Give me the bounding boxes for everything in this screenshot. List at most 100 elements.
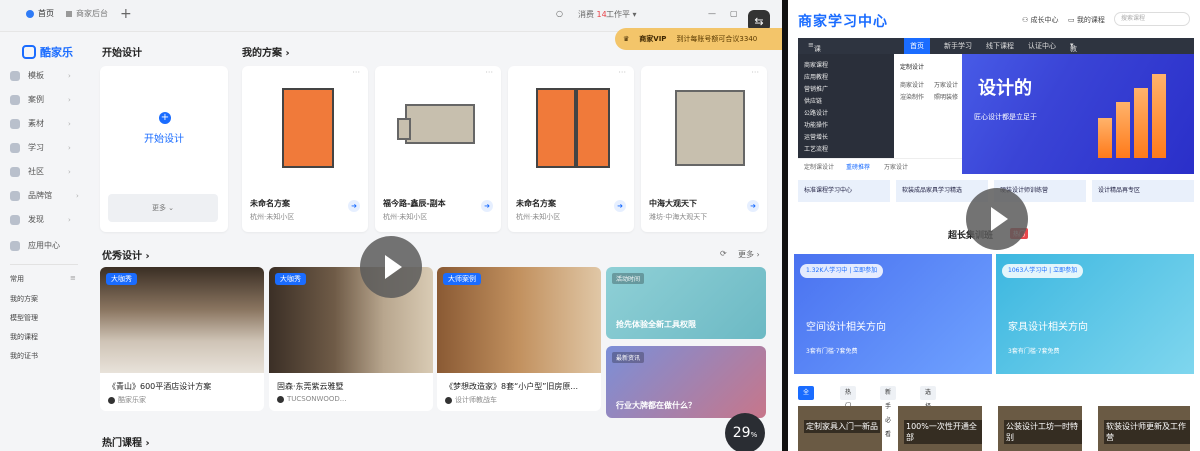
avatar [108,396,115,404]
track-pill[interactable]: 1.32K人学习中 | 立即参加 [800,264,884,278]
footer-item[interactable]: 重磅推荐 [846,162,870,171]
growth-center-link[interactable]: ⚇ 成长中心 [1022,15,1059,25]
track-pill[interactable]: 1063人学习中 | 立即参加 [1002,264,1084,278]
plus-icon: + [159,112,171,124]
design-card[interactable]: 大师案例 《梦想改造家》8套“小户型”旧房原... 设计师教战车 [437,267,601,411]
tab-home[interactable]: 首页 [26,8,54,19]
more-link[interactable]: 更多 › [738,249,760,260]
course-thumb[interactable]: 定制家具入门一新品 [798,406,882,451]
category-card[interactable]: 标准课程学习中心 [798,180,890,202]
plan-card[interactable]: ··· 中海大观天下 潍坊·中海大观天下 ➜ [641,66,767,232]
sidebar-item-learning[interactable]: 学习 › [10,142,71,153]
excellent-design-title[interactable]: 优秀设计 › [102,247,150,262]
sidebar-item-templates[interactable]: 模板 › [10,70,71,81]
start-design-card[interactable]: + 开始设计 更多 ⌄ [100,66,228,232]
play-icon[interactable] [360,236,422,298]
compass-icon [10,214,20,225]
help-icon[interactable]: ○ [556,9,563,18]
menu-item[interactable]: 运营增长 [804,132,828,141]
learning-nav: ≡ 课程分类 首页 新手学习 线下课程 认证中心 教室中心 ▾ [798,38,1194,83]
arrow-right-icon[interactable]: ➜ [348,200,360,212]
minimize-icon[interactable]: — [708,9,716,18]
course-thumb[interactable]: 公装设计工坊一时特别 [998,406,1082,451]
menu-item[interactable]: 营销推广 [804,84,828,93]
my-plans-title[interactable]: 我的方案 › [242,44,290,59]
menu-item[interactable]: 公路设计 [804,108,828,117]
consumption-label[interactable]: 消费 14 [578,9,607,20]
plan-card[interactable]: ··· 未命名方案 杭州·未知小区 ➜ [242,66,368,232]
zoom-indicator[interactable]: 29% [725,413,765,451]
design-author: 酷家乐家 [108,395,146,405]
design-title: 《青山》600平酒店设计方案 [108,382,212,391]
common-item-certificates[interactable]: 我的证书 [10,351,38,361]
sidebar-item-brand[interactable]: 品牌馆 › [10,190,79,201]
category-menu[interactable]: ≡ 课程分类 [808,41,821,83]
footer-item[interactable]: 定制课设计 [804,162,834,171]
app-logo[interactable]: 酷家乐 [22,44,73,60]
hot-courses-title[interactable]: 热门课程 › [102,434,150,449]
common-item-my-plans[interactable]: 我的方案 [10,294,38,304]
course-search-input[interactable]: 搜索课程 [1114,12,1190,26]
submenu-item[interactable]: 万家设计 [934,80,958,89]
menu-item[interactable]: 应用教程 [804,72,828,81]
sidebar-item-cases[interactable]: 案例 › [10,94,71,105]
plan-name: 中海大观天下 [649,199,697,208]
workspace-selector[interactable]: 工作平 ▾ [606,9,637,20]
submenu-item[interactable]: 商家设计 [900,80,924,89]
menu-item[interactable]: 供应链 [804,96,822,105]
sidebar-item-materials[interactable]: 素材 › [10,118,71,129]
arrow-right-icon[interactable]: ➜ [747,200,759,212]
common-item-courses[interactable]: 我的课程 [10,332,38,342]
new-tab-button[interactable]: + [120,6,132,22]
arrow-right-icon[interactable]: ➜ [614,200,626,212]
nav-teacher[interactable]: 教室中心 ▾ [1070,41,1077,83]
nav-home[interactable]: 首页 [904,38,930,54]
submenu-title: 定制设计 [900,64,925,71]
sidebar-item-app-center[interactable]: 应用中心 [10,240,60,251]
submenu-item[interactable]: 渲染制作 [900,92,924,101]
menu-item[interactable]: 功能操作 [804,120,828,129]
filter-personal[interactable]: 选择个人项目 [920,386,937,451]
my-courses-link[interactable]: ▭ 我的课程 [1068,15,1105,25]
floor-plan-thumbnail [518,74,622,174]
arrow-right-icon[interactable]: ➜ [481,200,493,212]
plan-card[interactable]: ··· 未命名方案 杭州·未知小区 ➜ [508,66,634,232]
promo-card[interactable]: 活动时间 抢先体验全新工具权限 [606,267,766,339]
footer-item[interactable]: 万家设计 [884,162,908,171]
track-subtitle: 3套有门槛·7套免费 [1008,348,1060,355]
common-item-models[interactable]: 模型管理 [10,313,38,323]
course-thumb[interactable]: 100%一次性开通全部 [898,406,982,451]
floor-plan-thumbnail [385,74,489,174]
course-thumb[interactable]: 软装设计师更新及工作营 [1098,406,1190,451]
nav-certification[interactable]: 认证中心 [1028,41,1056,51]
submenu-item[interactable]: 照明装修 [934,92,958,101]
plan-card[interactable]: ··· 福今路-鑫辰-副本 杭州·未知小区 ➜ [375,66,501,232]
tab-merchant-backend[interactable]: 商家后台 [66,8,108,19]
course-track-card[interactable]: 1.32K人学习中 | 立即参加 空间设计相关方向 3套有门槛·7套免费 [794,254,992,374]
sidebar-item-discover[interactable]: 发现 › [10,214,71,225]
nav-offline[interactable]: 线下课程 [986,41,1014,51]
community-icon [10,166,20,177]
design-card[interactable]: 大咖秀 《青山》600平酒店设计方案 酷家乐家 [100,267,264,411]
nav-beginner[interactable]: 新手学习 [944,41,972,51]
learning-logo[interactable]: 商家学习中心 [798,11,888,31]
promo-text: 行业大牌都在做什么？ [616,401,696,410]
course-track-card[interactable]: 1063人学习中 | 立即参加 家具设计相关方向 3套有门槛·7套免费 [996,254,1194,374]
filter-all[interactable]: 全部项目 [798,386,815,438]
play-icon[interactable] [966,188,1028,250]
cube-icon [10,118,20,129]
menu-item[interactable]: 商家课程 [804,60,828,69]
window-icon[interactable]: ▢ [730,9,738,18]
learning-banner[interactable]: 商家课程 应用教程 营销推广 供应链 公路设计 功能操作 运营增长 工艺流程 定… [798,54,1194,174]
category-card[interactable]: 设计精品再专区 [1092,180,1194,202]
sidebar-item-community[interactable]: 社区 › [10,166,71,177]
more-button[interactable]: 更多 ⌄ [108,194,218,222]
promo-card[interactable]: 最新资讯 行业大牌都在做什么？ [606,346,766,418]
filter-beginner[interactable]: 新手必看 [880,386,897,438]
menu-item[interactable]: 工艺流程 [804,144,828,153]
filter-hot[interactable]: 热门推荐 [840,386,857,438]
refresh-icon[interactable]: ⟳ [720,249,727,258]
vip-banner[interactable]: ♛ 商家VIP 到计每账号额可合议3340 [615,28,782,50]
menu-icon[interactable]: ≡ [70,274,76,282]
shop-icon [66,10,72,17]
